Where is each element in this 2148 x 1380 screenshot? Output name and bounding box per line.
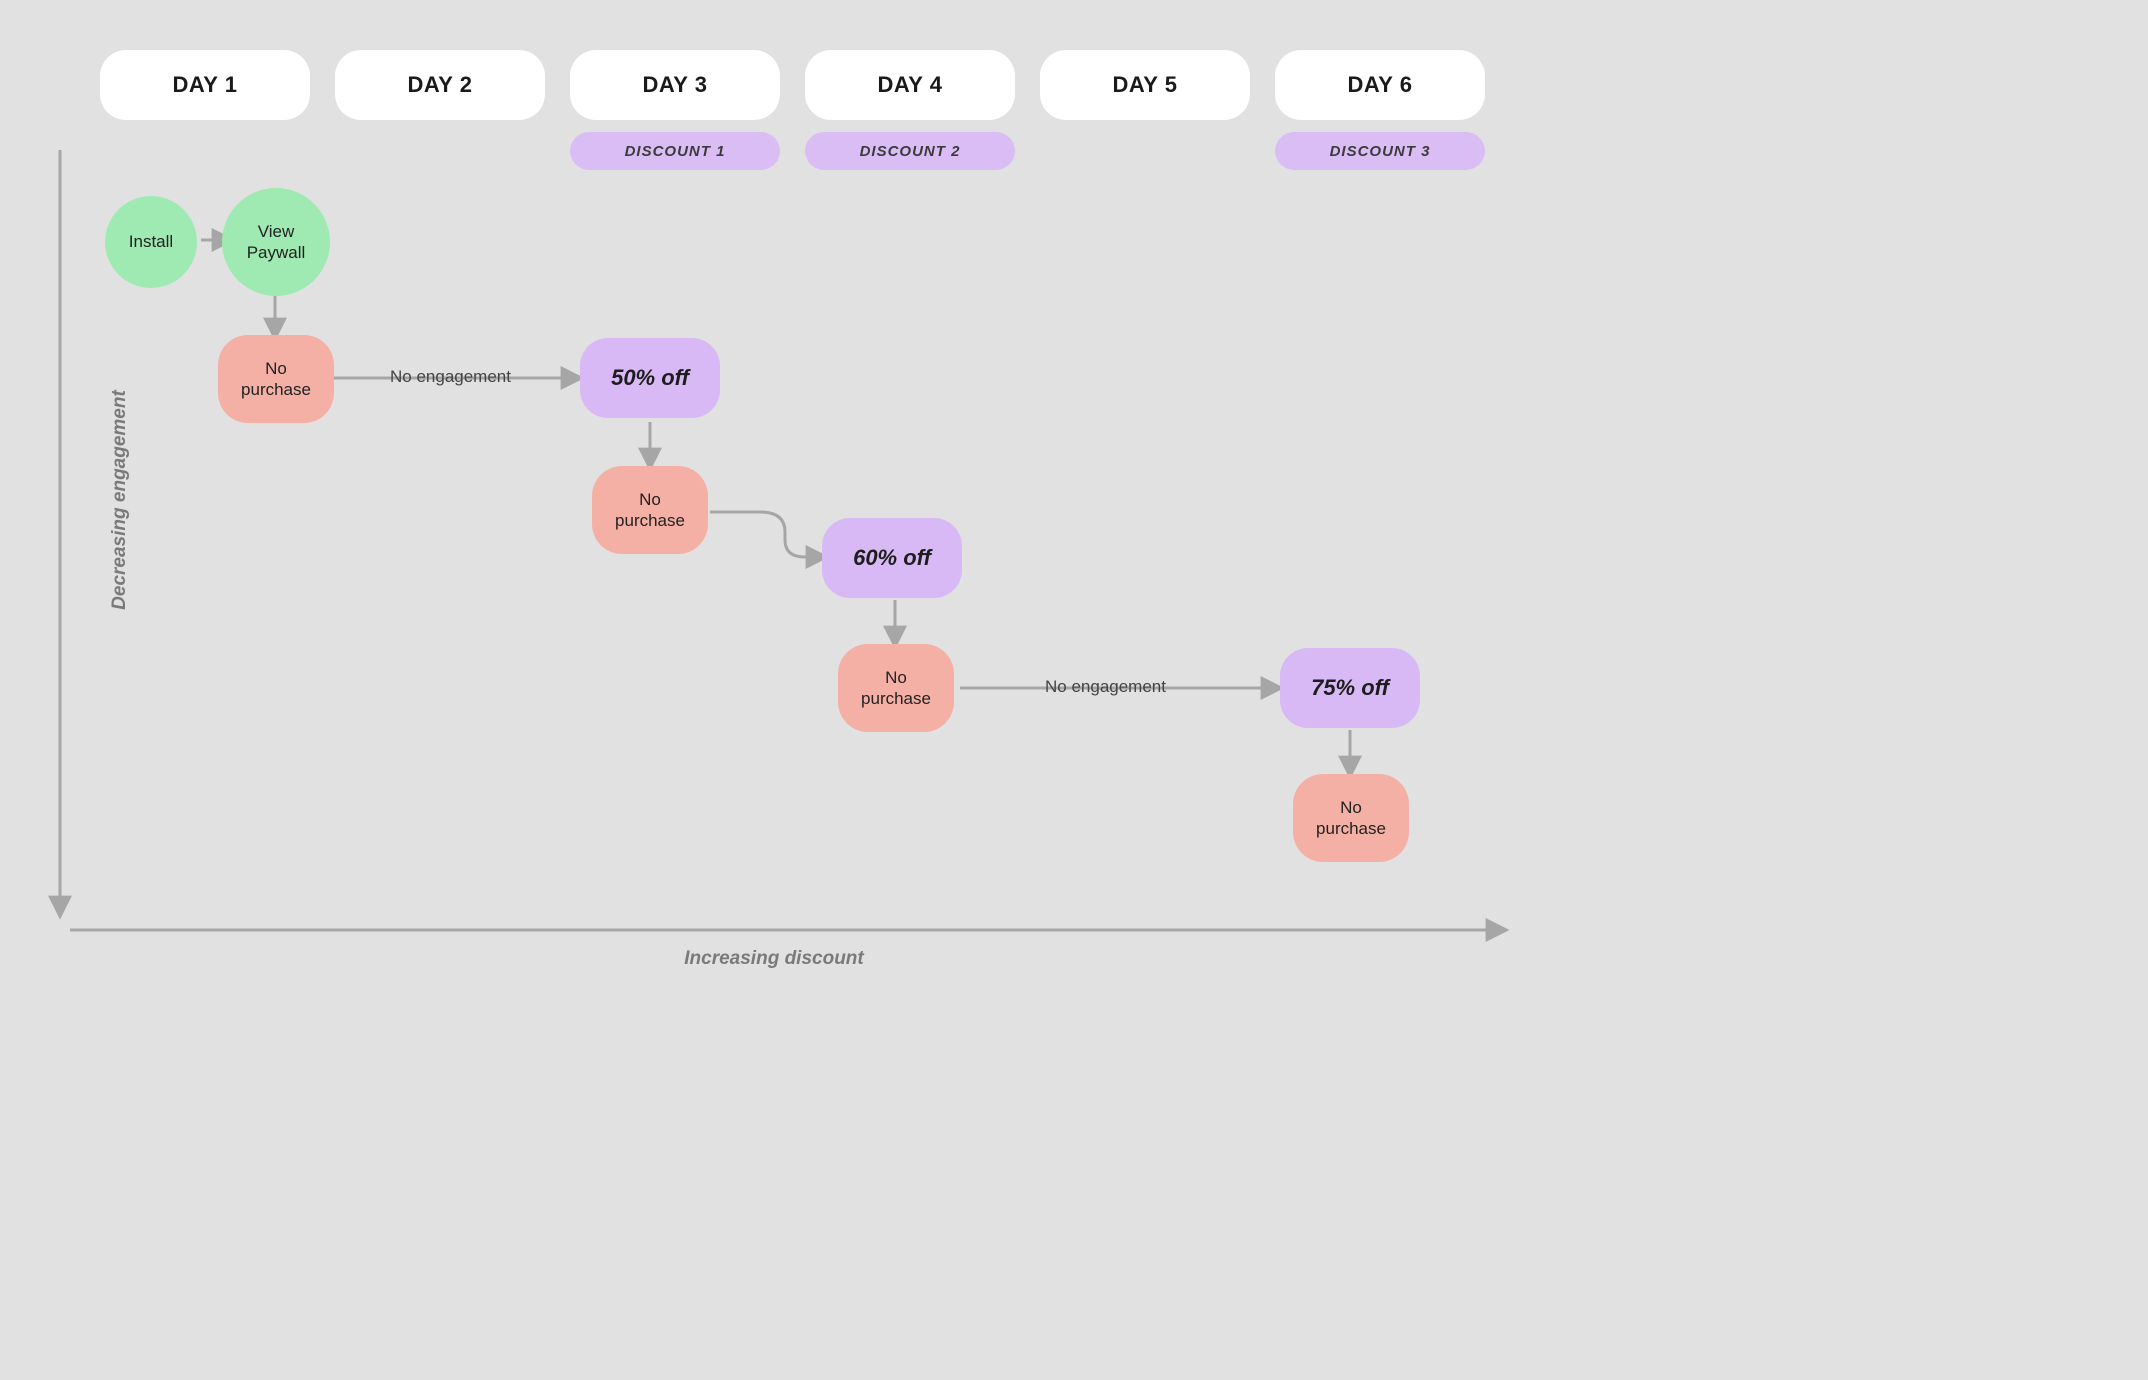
node-install: Install <box>105 196 197 288</box>
discount-tag-3: DISCOUNT 3 <box>1275 132 1485 170</box>
axis-y-label: Decreasing engagement <box>109 390 131 610</box>
discount-tag-1: DISCOUNT 1 <box>570 132 780 170</box>
node-50-off: 50% off <box>580 338 720 418</box>
node-60-off: 60% off <box>822 518 962 598</box>
node-view-paywall: View Paywall <box>222 188 330 296</box>
day-header-1: DAY 1 <box>100 50 310 120</box>
node-no-purchase-2: No purchase <box>592 466 708 554</box>
node-no-purchase-3: No purchase <box>838 644 954 732</box>
day-header-3: DAY 3 <box>570 50 780 120</box>
node-no-purchase-1: No purchase <box>218 335 334 423</box>
day-header-4: DAY 4 <box>805 50 1015 120</box>
node-75-off: 75% off <box>1280 648 1420 728</box>
diagram-canvas: DAY 1 DAY 2 DAY 3 DAY 4 DAY 5 DAY 6 DISC… <box>0 0 1548 994</box>
node-no-purchase-4: No purchase <box>1293 774 1409 862</box>
day-header-2: DAY 2 <box>335 50 545 120</box>
edge-label-no-engagement-1: No engagement <box>390 367 511 387</box>
edge-label-no-engagement-2: No engagement <box>1045 677 1166 697</box>
day-header-6: DAY 6 <box>1275 50 1485 120</box>
axis-x-label: Increasing discount <box>684 948 863 970</box>
discount-tag-2: DISCOUNT 2 <box>805 132 1015 170</box>
day-header-5: DAY 5 <box>1040 50 1250 120</box>
